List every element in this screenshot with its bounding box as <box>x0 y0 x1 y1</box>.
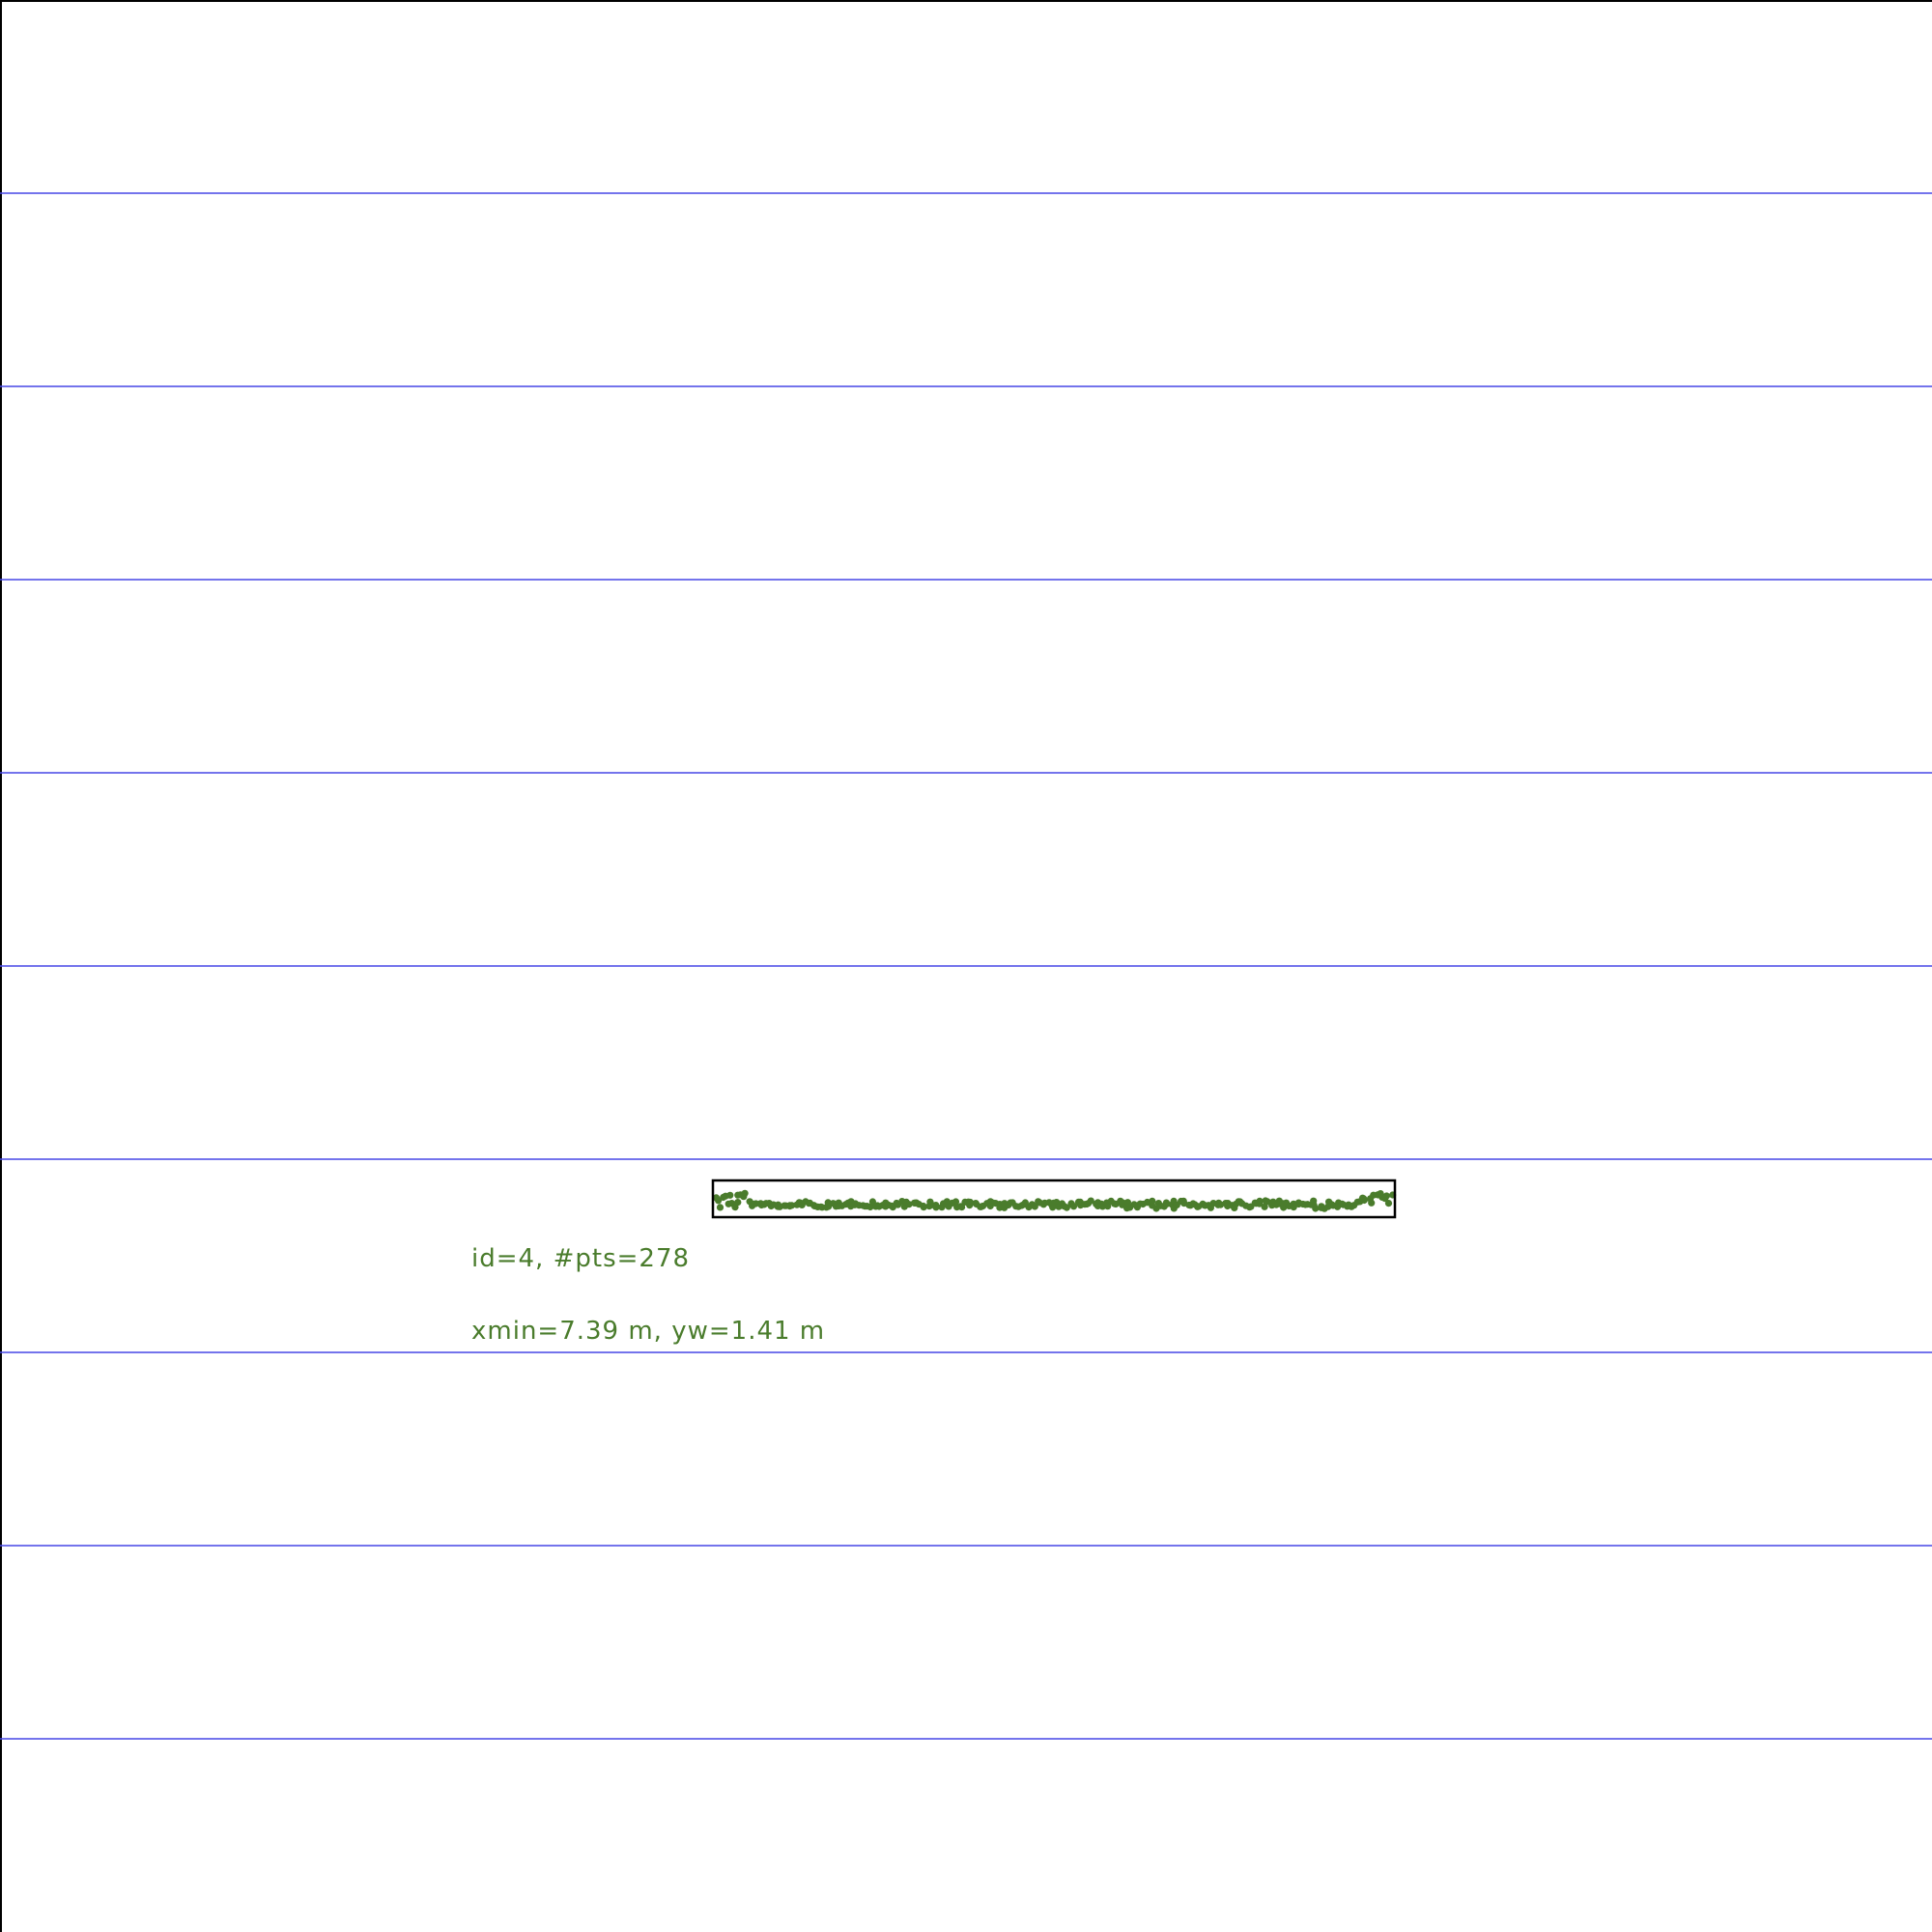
cluster-point <box>1368 1199 1376 1207</box>
cluster-point <box>1360 1196 1368 1205</box>
cluster-point <box>1310 1197 1318 1205</box>
cluster-point <box>734 1199 742 1207</box>
cluster-id-label: id=4, #pts=278 <box>471 1244 690 1273</box>
grid-lines <box>0 192 1932 1740</box>
cluster-bounding-box <box>711 1179 1397 1219</box>
cluster-point <box>741 1189 749 1197</box>
cluster-point <box>1384 1200 1393 1208</box>
cluster-point <box>726 1191 734 1199</box>
cluster-point <box>1382 1192 1390 1200</box>
lidar-cluster-view: id=4, #pts=278 xmin=7.39 m, yw=1.41 m <box>0 0 1932 1932</box>
cluster-point <box>716 1204 724 1211</box>
cluster-extent-label: xmin=7.39 m, yw=1.41 m <box>471 1317 825 1346</box>
cluster-points <box>712 1189 1397 1212</box>
